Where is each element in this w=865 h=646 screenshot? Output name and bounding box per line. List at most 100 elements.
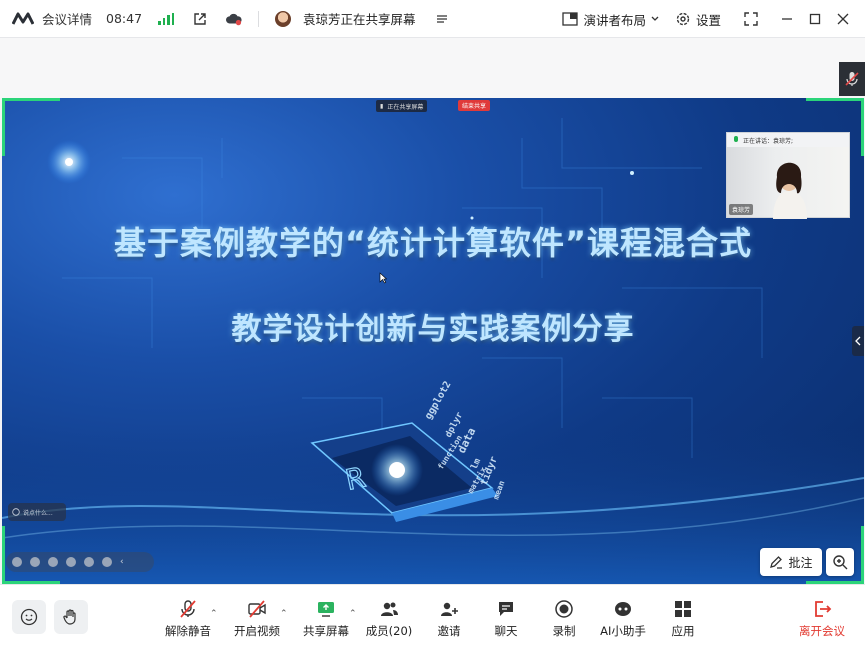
smiley-icon: [20, 608, 38, 626]
meeting-details-link[interactable]: 会议详情: [42, 9, 92, 28]
video-icon[interactable]: [30, 557, 40, 567]
chevron-left-icon: [855, 336, 861, 346]
apps-icon: [675, 601, 691, 617]
camera-icon[interactable]: [84, 557, 94, 567]
divider: [258, 10, 260, 27]
meeting-time: 08:47: [106, 11, 143, 26]
leave-meeting-button[interactable]: 离开会议: [792, 599, 852, 639]
invite-button[interactable]: 邀请: [419, 599, 479, 639]
screen-icon[interactable]: [66, 557, 76, 567]
floating-mini-toolbar[interactable]: ‹: [6, 552, 154, 572]
stop-share-button[interactable]: 结束共享: [458, 100, 491, 111]
network-signal-icon[interactable]: [158, 12, 175, 25]
exit-icon: [815, 601, 832, 617]
pen-icon: [770, 556, 783, 569]
fullscreen-icon: [744, 12, 758, 26]
mic-muted-icon: [180, 600, 196, 618]
chat-placeholder: 说点什么...: [23, 509, 53, 517]
share-screen-icon: [318, 602, 334, 617]
gear-icon: [676, 12, 690, 26]
speaking-label: 正在讲话：袁琼芳;: [743, 137, 794, 145]
svg-text:ggplot2: ggplot2: [423, 379, 454, 421]
start-video-button[interactable]: 开启视频: [227, 599, 287, 639]
settings-button[interactable]: 设置: [675, 10, 721, 29]
chevron-up-icon[interactable]: ⌃: [210, 609, 218, 619]
sharer-avatar: [275, 10, 292, 27]
slide-title-line-2: 教学设计创新与实践案例分享: [231, 312, 635, 347]
share-frame-corner: [2, 98, 60, 156]
chevron-up-icon[interactable]: ⌃: [349, 609, 357, 619]
sharing-status-text: 袁琼芳正在共享屏幕: [303, 12, 416, 27]
share-screen-label: 共享屏幕: [303, 624, 349, 638]
fullscreen-button[interactable]: [737, 0, 765, 38]
apps-button[interactable]: 应用: [653, 599, 713, 639]
list-menu-icon[interactable]: [434, 11, 450, 27]
members-label: 成员(20): [365, 624, 413, 638]
unmute-label: 解除静音: [165, 624, 211, 638]
minimize-button[interactable]: [773, 0, 801, 38]
chat-button[interactable]: 聊天: [476, 599, 536, 639]
members-icon: [381, 602, 398, 616]
maximize-icon: [809, 13, 821, 25]
invite-label: 邀请: [437, 624, 461, 638]
speaking-indicator: 正在讲话：袁琼芳;: [727, 133, 849, 147]
annotate-label: 批注: [788, 555, 813, 570]
emoji-icon: [12, 508, 20, 516]
chat-input-pill[interactable]: 说点什么...: [8, 503, 66, 521]
annotate-button[interactable]: 批注: [760, 548, 822, 576]
mouse-cursor-icon: [379, 272, 387, 284]
bottom-toolbar: 解除静音 ⌃ 开启视频 ⌃ 共享屏幕 ⌃ 成员(20) 邀请 聊天 录制 AI小…: [0, 584, 865, 646]
pop-out-icon[interactable]: [192, 11, 208, 27]
maximize-button[interactable]: [801, 0, 829, 38]
start-video-label: 开启视频: [234, 624, 280, 638]
shared-screen: R ggplot2 dplyr data lm tidyr mean funct…: [2, 98, 864, 584]
unmute-button[interactable]: 解除静音: [158, 599, 218, 639]
speaking-icon: [734, 136, 738, 142]
participant-name-label: 袁琼芳: [729, 204, 754, 215]
slide-title-line-1: 基于案例教学的“统计计算软件”课程混合式: [113, 224, 753, 262]
speaker-video-tile[interactable]: 正在讲话：袁琼芳; 袁琼芳: [726, 132, 850, 219]
chat-label: 聊天: [494, 624, 518, 638]
video-strip-area: [0, 38, 865, 98]
layout-icon: [562, 12, 579, 26]
mic-muted-icon: [845, 72, 859, 86]
video-off-icon: [248, 600, 266, 618]
apps-label: 应用: [671, 624, 695, 638]
chevron-up-icon[interactable]: ⌃: [280, 609, 288, 619]
chevron-left-icon[interactable]: ‹: [120, 557, 124, 567]
more-icon[interactable]: [102, 557, 112, 567]
leave-meeting-label: 离开会议: [799, 624, 845, 638]
floating-mic-toggle[interactable]: [839, 62, 865, 96]
record-button[interactable]: 录制: [534, 599, 594, 639]
zoom-in-button[interactable]: [826, 548, 854, 576]
close-icon: [837, 13, 849, 25]
side-panel-toggle[interactable]: [852, 326, 864, 356]
chevron-down-icon: [651, 16, 659, 21]
pen-icon[interactable]: [48, 557, 58, 567]
ai-assistant-label: AI小助手: [600, 624, 646, 638]
record-icon: [555, 600, 573, 618]
minimize-icon: [782, 18, 792, 20]
raise-hand-button[interactable]: [54, 600, 88, 634]
layout-button[interactable]: 演讲者布局: [562, 10, 659, 29]
share-screen-button[interactable]: 共享屏幕: [296, 599, 356, 639]
chat-icon: [499, 602, 513, 616]
settings-label: 设置: [695, 12, 721, 28]
reaction-button[interactable]: [12, 600, 46, 634]
mic-icon[interactable]: [12, 557, 22, 567]
record-label: 录制: [552, 624, 576, 638]
invite-icon: [441, 602, 458, 616]
tencent-meeting-logo-icon: [12, 12, 34, 25]
inner-share-status-text: 正在共享屏幕: [387, 103, 424, 111]
ai-assistant-icon: [615, 602, 631, 616]
inner-share-status-bar: ▮ 正在共享屏幕: [376, 100, 428, 112]
ai-assistant-button[interactable]: AI小助手: [593, 599, 653, 639]
members-button[interactable]: 成员(20): [359, 599, 419, 639]
title-bar: 会议详情 08:47 袁琼芳正在共享屏幕 演讲者布局 设置: [0, 0, 865, 38]
zoom-in-icon: [833, 555, 848, 570]
cloud-record-icon[interactable]: [226, 11, 242, 27]
signal-icon: ▮: [380, 102, 384, 110]
hand-icon: [63, 609, 76, 625]
layout-label: 演讲者布局: [583, 12, 646, 28]
close-button[interactable]: [829, 0, 857, 38]
